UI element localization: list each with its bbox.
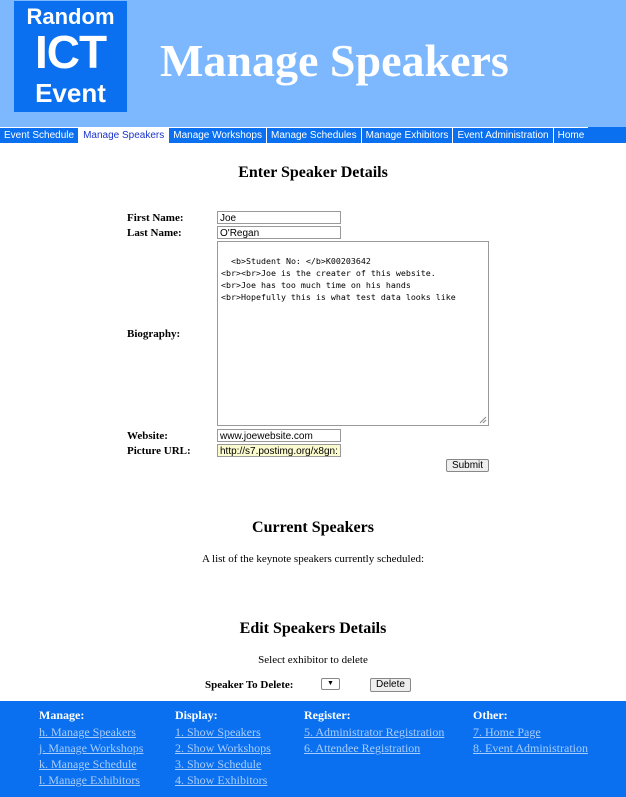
nav-manage-exhibitors[interactable]: Manage Exhibitors <box>361 127 454 143</box>
speaker-to-delete-label: Speaker To Delete: <box>205 679 294 691</box>
footer-link-attendee-registration[interactable]: 6. Attendee Registration <box>304 740 444 756</box>
submit-button[interactable]: Submit <box>446 459 489 472</box>
footer-link-event-administration[interactable]: 8. Event Administration <box>473 740 588 756</box>
footer-manage-title: Manage: <box>39 708 85 722</box>
first-name-label: First Name: <box>127 212 184 224</box>
picture-url-field[interactable]: http://s7.postimg.org/x8gn: <box>217 444 341 457</box>
nav-manage-speakers[interactable]: Manage Speakers <box>79 127 170 143</box>
biography-textarea[interactable]: <b>Student No: </b>K00203642 <br><br>Joe… <box>217 241 489 426</box>
edit-speakers-heading: Edit Speakers Details <box>239 620 387 637</box>
nav-home[interactable]: Home <box>553 127 589 143</box>
edit-speakers-text: Select exhibitor to delete <box>258 654 368 666</box>
biography-label: Biography: <box>127 328 181 340</box>
footer-link-show-schedule[interactable]: 3. Show Schedule <box>175 756 271 772</box>
footer-other-title: Other: <box>473 708 508 722</box>
footer-display-column: Display: 1. Show Speakers 2. Show Worksh… <box>175 709 271 788</box>
footer-register-title: Register: <box>304 708 351 722</box>
footer-other-column: Other: 7. Home Page 8. Event Administrat… <box>473 709 588 756</box>
delete-button[interactable]: Delete <box>370 678 411 692</box>
footer-register-column: Register: 5. Administrator Registration … <box>304 709 444 756</box>
footer-link-show-workshops[interactable]: 2. Show Workshops <box>175 740 271 756</box>
biography-text: <b>Student No: </b>K00203642 <br><br>Joe… <box>221 256 456 302</box>
picture-url-label: Picture URL: <box>127 445 191 457</box>
nav-event-schedule[interactable]: Event Schedule <box>0 127 80 143</box>
enter-speaker-heading: Enter Speaker Details <box>238 164 388 181</box>
nav-manage-schedules[interactable]: Manage Schedules <box>266 127 362 143</box>
main-nav: Event Schedule Manage Speakers Manage Wo… <box>0 127 626 143</box>
footer-display-title: Display: <box>175 708 218 722</box>
chevron-down-icon: ▼ <box>327 680 334 687</box>
footer-link-manage-workshops[interactable]: j. Manage Workshops <box>39 740 143 756</box>
resize-handle-icon[interactable] <box>479 416 487 424</box>
logo-line-2: ICT <box>34 26 107 78</box>
site-footer: Manage: h. Manage Speakers j. Manage Wor… <box>0 701 626 797</box>
current-speakers-heading: Current Speakers <box>252 519 374 536</box>
current-speakers-text: A list of the keynote speakers currently… <box>201 553 425 565</box>
website-field[interactable]: www.joewebsite.com <box>217 429 341 442</box>
footer-link-home-page[interactable]: 7. Home Page <box>473 724 588 740</box>
footer-link-show-speakers[interactable]: 1. Show Speakers <box>175 724 271 740</box>
footer-link-manage-schedule[interactable]: k. Manage Schedule <box>39 756 143 772</box>
last-name-field[interactable]: O'Regan <box>217 226 341 239</box>
last-name-label: Last Name: <box>127 227 182 239</box>
nav-event-administration[interactable]: Event Administration <box>453 127 554 143</box>
logo-line-3: Event <box>35 78 106 108</box>
footer-link-manage-speakers[interactable]: h. Manage Speakers <box>39 724 143 740</box>
footer-manage-column: Manage: h. Manage Speakers j. Manage Wor… <box>39 709 143 788</box>
nav-manage-workshops[interactable]: Manage Workshops <box>169 127 267 143</box>
site-logo[interactable]: Random ICT Event <box>14 1 127 112</box>
footer-link-admin-registration[interactable]: 5. Administrator Registration <box>304 724 444 740</box>
page-title: Manage Speakers <box>160 35 509 86</box>
first-name-field[interactable]: Joe <box>217 211 341 224</box>
website-label: Website: <box>127 430 168 442</box>
footer-link-manage-exhibitors[interactable]: l. Manage Exhibitors <box>39 772 143 788</box>
site-header: Random ICT Event Manage Speakers <box>0 0 626 127</box>
footer-link-show-exhibitors[interactable]: 4. Show Exhibitors <box>175 772 271 788</box>
speaker-select[interactable]: ▼ <box>321 678 340 690</box>
